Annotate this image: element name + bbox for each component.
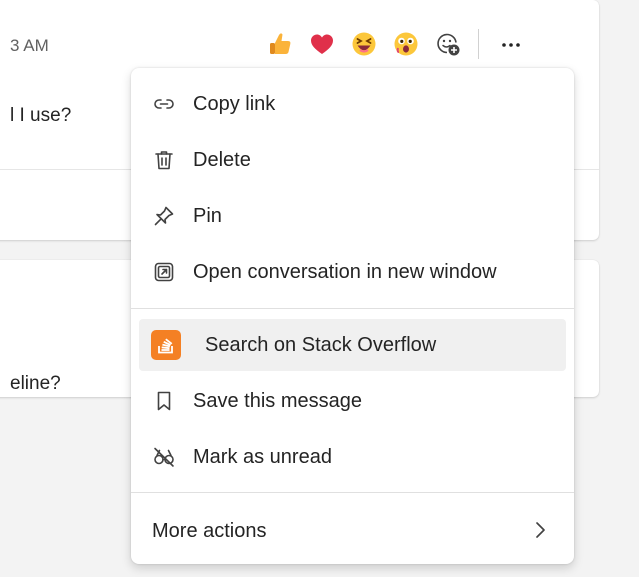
menu-item-label: Copy link: [193, 92, 276, 115]
menu-item-mark-unread[interactable]: Mark as unread: [139, 431, 566, 483]
laughing-face-icon[interactable]: [346, 26, 382, 62]
trash-icon: [152, 148, 176, 172]
menu-item-label: Delete: [193, 148, 251, 171]
menu-item-label: Mark as unread: [193, 445, 332, 468]
message-actions-menu: Copy link Delete Pin Open conversation i…: [131, 68, 574, 564]
menu-item-search-stack-overflow[interactable]: Search on Stack Overflow: [139, 319, 566, 371]
bookmark-icon: [152, 389, 176, 413]
menu-divider: [131, 492, 574, 493]
surprised-face-icon[interactable]: [388, 26, 424, 62]
menu-item-copy-link[interactable]: Copy link: [139, 78, 566, 130]
message-timestamp: 3 AM: [10, 36, 49, 55]
chevron-right-icon: [534, 520, 546, 540]
menu-item-open-new-window[interactable]: Open conversation in new window: [139, 246, 566, 298]
menu-divider: [131, 308, 574, 309]
menu-item-label: Pin: [193, 204, 222, 227]
open-window-icon: [152, 260, 176, 284]
menu-item-label: Open conversation in new window: [193, 260, 497, 283]
menu-item-save-message[interactable]: Save this message: [139, 375, 566, 427]
message-text: l I use?: [10, 105, 72, 126]
pin-icon: [152, 204, 176, 228]
ellipsis-icon[interactable]: [493, 26, 529, 62]
reaction-divider: [478, 29, 479, 59]
link-icon: [152, 92, 176, 116]
mark-unread-icon: [152, 445, 176, 469]
message-text: eline?: [10, 373, 61, 394]
add-reaction-icon[interactable]: [430, 26, 466, 62]
stack-overflow-icon: [151, 330, 181, 360]
reaction-bar: [262, 24, 529, 64]
heart-icon[interactable]: [304, 26, 340, 62]
menu-item-label: Save this message: [193, 389, 362, 412]
menu-item-label: Search on Stack Overflow: [205, 333, 437, 356]
menu-item-pin[interactable]: Pin: [139, 190, 566, 242]
menu-item-label: More actions: [152, 519, 267, 542]
thumbs-up-icon[interactable]: [262, 26, 298, 62]
menu-item-more-actions[interactable]: More actions: [139, 505, 566, 557]
menu-item-delete[interactable]: Delete: [139, 134, 566, 186]
